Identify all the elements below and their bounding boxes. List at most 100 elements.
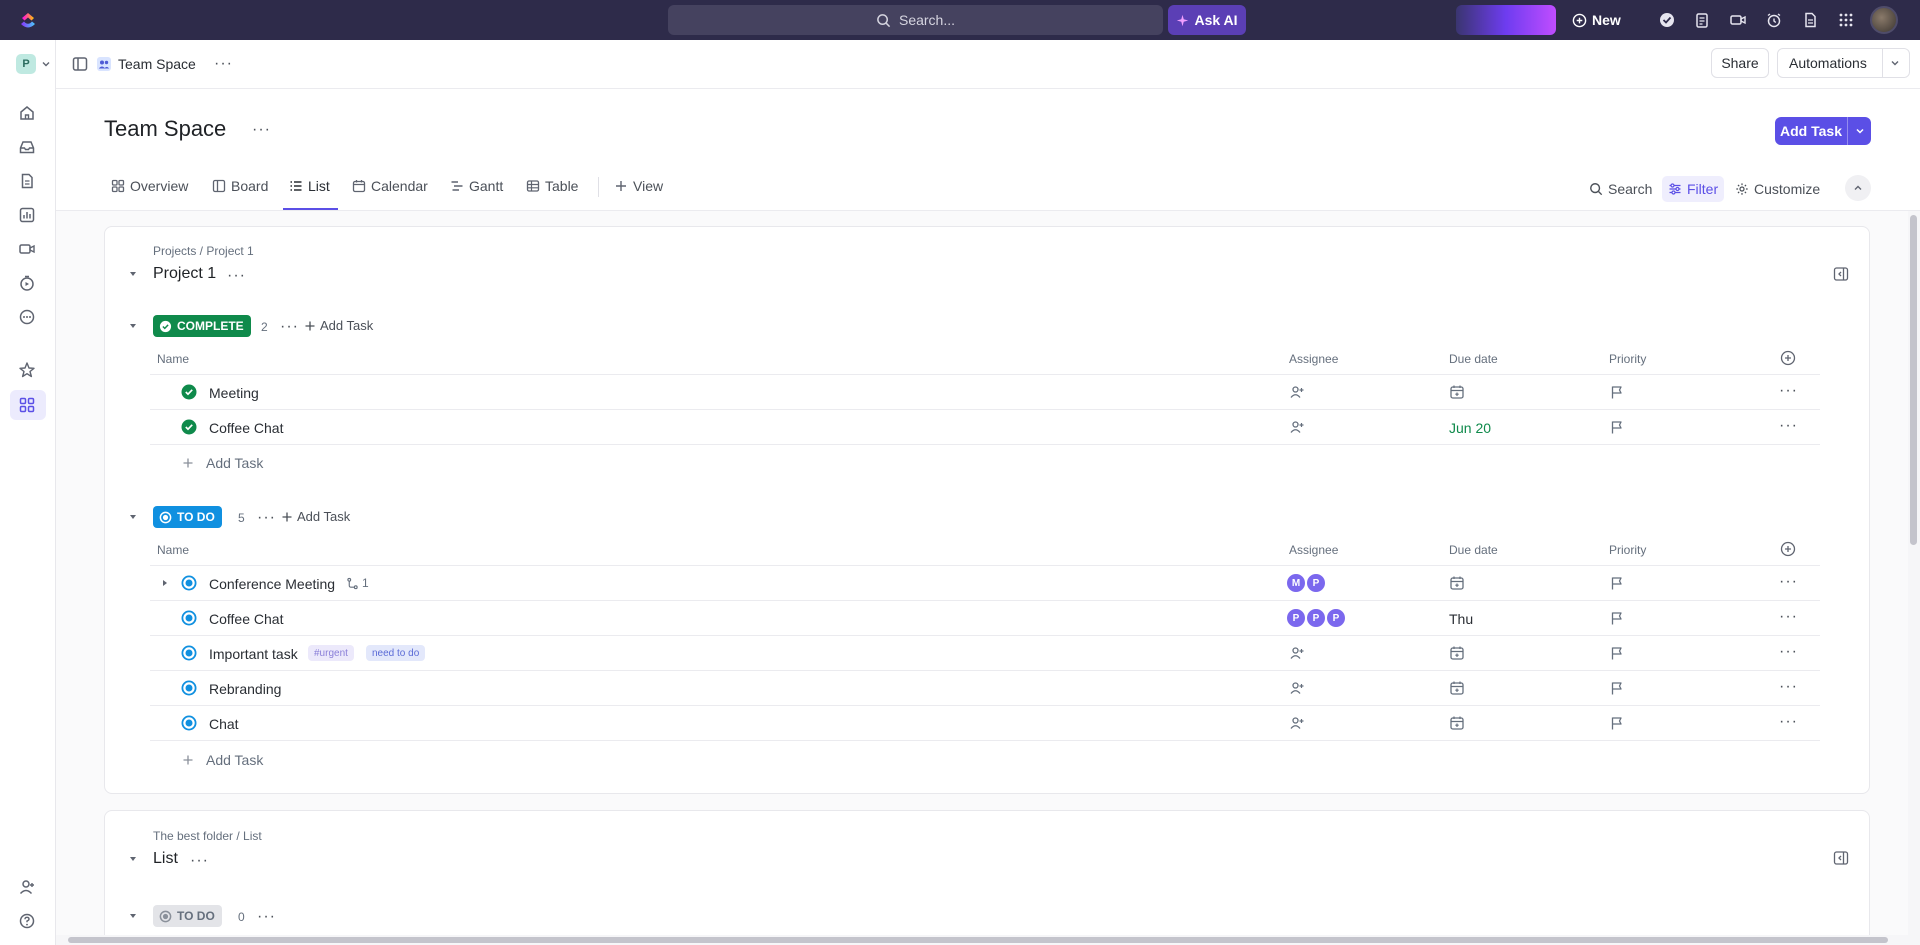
row-more-icon[interactable]: ···	[1779, 417, 1798, 435]
check-circle-icon[interactable]	[1658, 11, 1676, 29]
tab-table[interactable]: Table	[526, 167, 578, 205]
table-row[interactable]	[150, 706, 1820, 741]
new-button[interactable]: New	[1572, 5, 1621, 35]
complete-status-icon[interactable]	[181, 419, 197, 435]
row-more-icon[interactable]: ···	[1779, 608, 1798, 626]
task-name[interactable]: Coffee Chat	[209, 420, 283, 436]
tab-board[interactable]: Board	[212, 167, 268, 205]
collapse-panel-icon[interactable]	[1833, 266, 1849, 282]
dashboards-icon[interactable]	[18, 206, 36, 224]
caret-down-icon[interactable]	[128, 269, 138, 279]
timesheets-icon[interactable]	[18, 274, 36, 292]
calendar-add-icon[interactable]	[1449, 384, 1465, 400]
status-pill-complete[interactable]: COMPLETE	[153, 315, 251, 337]
assignee-avatar[interactable]: P	[1305, 572, 1327, 594]
add-assignee-icon[interactable]	[1289, 384, 1305, 400]
caret-down-icon[interactable]	[128, 854, 138, 864]
task-name[interactable]: Rebranding	[209, 681, 281, 697]
column-assignee[interactable]: Assignee	[1289, 352, 1338, 366]
task-name[interactable]: Chat	[209, 716, 239, 732]
table-row[interactable]	[150, 671, 1820, 706]
tag-chip[interactable]: need to do	[366, 645, 426, 661]
table-row[interactable]	[150, 566, 1820, 601]
share-button[interactable]: Share	[1711, 48, 1769, 78]
priority-flag-icon[interactable]	[1609, 384, 1625, 400]
todo-status-icon[interactable]	[181, 575, 197, 591]
table-row[interactable]	[150, 601, 1820, 636]
priority-flag-icon[interactable]	[1609, 419, 1625, 435]
docs-icon[interactable]	[18, 172, 36, 190]
status-pill-todo-empty[interactable]: TO DO	[153, 905, 222, 927]
caret-down-icon[interactable]	[128, 321, 138, 331]
help-icon[interactable]	[18, 912, 36, 930]
clickup-logo-icon[interactable]	[19, 10, 37, 30]
assignee-avatar[interactable]: P	[1305, 607, 1327, 629]
automations-button[interactable]: Automations	[1777, 48, 1910, 78]
invite-user-icon[interactable]	[18, 878, 36, 896]
table-row[interactable]	[150, 375, 1820, 410]
column-due-date[interactable]: Due date	[1449, 352, 1498, 366]
todo-status-icon[interactable]	[181, 645, 197, 661]
alarm-clock-icon[interactable]	[1765, 11, 1783, 29]
complete-status-icon[interactable]	[181, 384, 197, 400]
tab-calendar[interactable]: Calendar	[352, 167, 428, 205]
add-assignee-icon[interactable]	[1289, 419, 1305, 435]
add-column-icon[interactable]	[1780, 541, 1796, 557]
group-add-task-button[interactable]: Add Task	[281, 509, 350, 524]
todo-status-icon[interactable]	[181, 715, 197, 731]
add-column-icon[interactable]	[1780, 350, 1796, 366]
home-icon[interactable]	[18, 104, 36, 122]
task-name[interactable]: Meeting	[209, 385, 259, 401]
vertical-scroll-thumb[interactable]	[1910, 215, 1917, 545]
group-more-icon[interactable]: ···	[257, 510, 276, 526]
priority-flag-icon[interactable]	[1609, 610, 1625, 626]
favorites-star-icon[interactable]	[18, 361, 36, 379]
expand-subtasks-icon[interactable]	[160, 578, 170, 588]
sidebar-toggle-icon[interactable]	[71, 55, 89, 73]
list-more-icon[interactable]: ···	[190, 853, 209, 869]
customize-button[interactable]: Customize	[1735, 176, 1820, 202]
upgrade-banner[interactable]	[1456, 5, 1556, 35]
global-search-input[interactable]: Search...	[668, 5, 1163, 35]
add-task-row[interactable]: Add Task	[182, 752, 263, 768]
priority-flag-icon[interactable]	[1609, 575, 1625, 591]
project-more-icon[interactable]: ···	[227, 268, 246, 284]
row-more-icon[interactable]: ···	[1779, 382, 1798, 400]
add-task-button[interactable]: Add Task	[1775, 117, 1871, 145]
more-circle-icon[interactable]	[18, 308, 36, 326]
calendar-add-icon[interactable]	[1449, 715, 1465, 731]
add-assignee-icon[interactable]	[1289, 680, 1305, 696]
due-date-value[interactable]: Jun 20	[1449, 420, 1491, 436]
apps-grid-icon[interactable]	[1837, 11, 1855, 29]
task-name[interactable]: Conference Meeting	[209, 576, 335, 592]
calendar-add-icon[interactable]	[1449, 575, 1465, 591]
workspace-badge[interactable]: P	[16, 54, 36, 74]
title-more-icon[interactable]: ···	[252, 122, 271, 138]
inbox-icon[interactable]	[18, 138, 36, 156]
tag-chip[interactable]: #urgent	[308, 645, 354, 661]
group-more-icon[interactable]: ···	[280, 319, 299, 335]
priority-flag-icon[interactable]	[1609, 715, 1625, 731]
spaces-grid-icon[interactable]	[18, 396, 36, 414]
add-assignee-icon[interactable]	[1289, 715, 1305, 731]
priority-flag-icon[interactable]	[1609, 680, 1625, 696]
caret-down-icon[interactable]	[128, 911, 138, 921]
row-more-icon[interactable]: ···	[1779, 573, 1798, 591]
notepad-icon[interactable]	[1693, 11, 1711, 29]
todo-status-icon[interactable]	[181, 610, 197, 626]
todo-status-icon[interactable]	[181, 680, 197, 696]
search-tasks-button[interactable]: Search	[1589, 176, 1652, 202]
caret-down-icon[interactable]	[128, 512, 138, 522]
calendar-add-icon[interactable]	[1449, 645, 1465, 661]
column-priority[interactable]: Priority	[1609, 352, 1646, 366]
document-icon[interactable]	[1801, 11, 1819, 29]
add-task-dropdown[interactable]	[1847, 117, 1871, 145]
row-more-icon[interactable]: ···	[1779, 643, 1798, 661]
collapse-header-button[interactable]	[1845, 175, 1871, 201]
breadcrumb-more-icon[interactable]: ···	[214, 56, 233, 72]
column-name[interactable]: Name	[157, 352, 189, 366]
column-assignee[interactable]: Assignee	[1289, 543, 1338, 557]
chevron-down-icon[interactable]	[41, 59, 51, 69]
user-avatar[interactable]	[1870, 6, 1898, 34]
ask-ai-button[interactable]: Ask AI	[1168, 5, 1246, 35]
